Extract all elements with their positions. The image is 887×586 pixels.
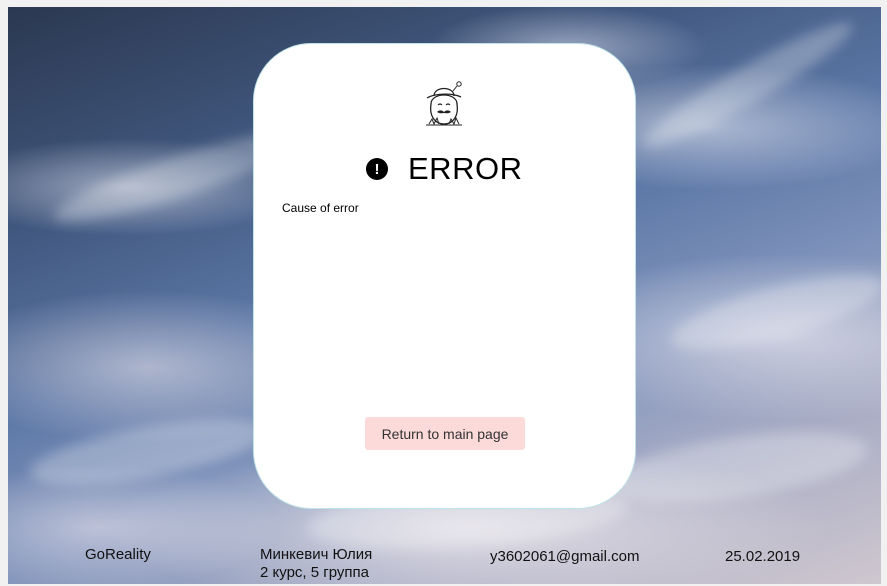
footer-email: y3602061@gmail.com (490, 548, 640, 565)
browser-viewport: GoReality Минкевич Юлия 2 курс, 5 группа… (0, 0, 887, 586)
footer-brand: GoReality (85, 546, 151, 563)
error-card: ! ERROR Cause of error Return to main pa… (253, 43, 636, 509)
return-to-main-page-button[interactable]: Return to main page (365, 417, 525, 450)
footer-author: Минкевич Юлия 2 курс, 5 группа (260, 546, 372, 582)
error-cause-text: Cause of error (282, 201, 359, 215)
error-heading: ! ERROR (366, 151, 522, 187)
footer-author-group: 2 курс, 5 группа (260, 564, 369, 581)
footer-date: 25.02.2019 (725, 548, 801, 565)
alert-circle-icon: ! (366, 158, 388, 180)
egg-character-logo-icon (426, 81, 462, 126)
footer-author-name: Минкевич Юлия (260, 546, 373, 563)
error-title: ERROR (408, 151, 523, 186)
